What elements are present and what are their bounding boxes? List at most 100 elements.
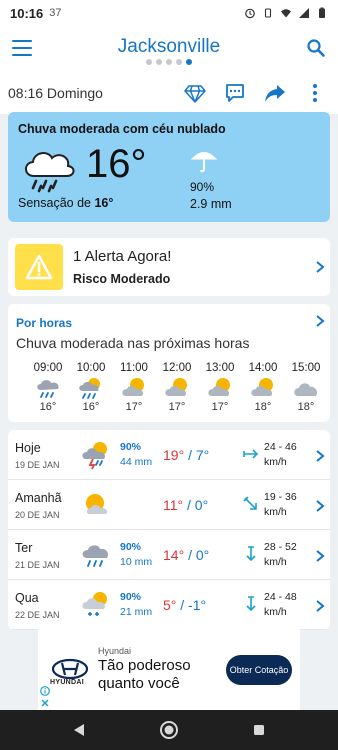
hour-time: 15:00 — [291, 362, 321, 374]
hour-time: 12:00 — [162, 362, 192, 374]
home-icon[interactable] — [159, 720, 179, 740]
city-title[interactable]: Jacksonville — [0, 36, 338, 58]
back-icon[interactable] — [72, 723, 86, 737]
ad-info-icon[interactable] — [40, 686, 50, 696]
recents-icon[interactable] — [253, 724, 265, 736]
wind-speed: 28 - 52 — [264, 541, 297, 553]
precip-probability: 90% — [120, 441, 142, 453]
page-dot — [166, 59, 172, 65]
hour-time: 14:00 — [248, 362, 278, 374]
wind-unit: km/h — [264, 556, 287, 568]
temp-max: 5° — [163, 597, 177, 613]
daily-row[interactable]: Amanhã 20 DE JAN 11° / 0° 19 - 36 km/h — [8, 480, 330, 530]
day-name: Qua — [15, 591, 39, 605]
precip-amount: 21 mm — [120, 606, 153, 618]
comment-icon[interactable] — [224, 82, 246, 104]
storm-sun-icon — [82, 442, 107, 470]
hour-time: 10:00 — [76, 362, 106, 374]
hour-temp: 17° — [125, 401, 143, 413]
umbrella-icon — [190, 152, 218, 173]
hour-item[interactable]: 11:00 17° — [114, 362, 154, 413]
temp-range: 11° / 0° — [163, 497, 208, 513]
precip-probability: 90% — [120, 591, 142, 603]
hour-temp: 17° — [168, 401, 186, 413]
day-name: Hoje — [15, 441, 41, 455]
wind-unit: km/h — [264, 456, 287, 468]
day-name: Ter — [15, 541, 33, 555]
temp-max: 19° — [163, 447, 185, 463]
feels-like-value: 16° — [94, 196, 114, 210]
chevron-right-icon[interactable] — [315, 450, 325, 462]
hour-temp: 17° — [211, 401, 229, 413]
hour-time: 11:00 — [120, 362, 148, 374]
temp-max: 14° — [163, 547, 185, 563]
chevron-right-icon[interactable] — [315, 500, 325, 512]
hour-item[interactable]: 14:00 18° — [243, 362, 283, 413]
daily-row[interactable]: Hoje 19 DE JAN 90% 44 mm 19° / 7° 24 - 4… — [8, 430, 330, 480]
hour-temp: 16° — [39, 401, 57, 413]
chevron-right-icon[interactable] — [315, 600, 325, 612]
daily-forecast-card: Hoje 19 DE JAN 90% 44 mm 19° / 7° 24 - 4… — [8, 430, 330, 630]
daily-row[interactable]: Ter 21 DE JAN 90% 10 mm 14° / 0° 28 - 52… — [8, 530, 330, 580]
page-dot — [146, 59, 152, 65]
cloud-rain-icon — [37, 380, 59, 398]
wind-arrow-south-icon — [246, 546, 256, 562]
chevron-right-icon[interactable] — [315, 550, 325, 562]
status-temp: 37 — [49, 7, 62, 19]
sun-cloud-icon — [122, 378, 144, 396]
ad-close-icon[interactable] — [40, 698, 50, 708]
system-nav-bar — [0, 710, 338, 750]
diamond-icon[interactable] — [184, 82, 206, 104]
hourly-heading[interactable]: Por horas — [16, 316, 72, 330]
more-vert-icon[interactable] — [304, 82, 326, 104]
local-date-time: 08:16 Domingo — [8, 85, 103, 101]
wind-arrow-southeast-icon — [243, 496, 257, 510]
app-header: Jacksonville — [0, 26, 338, 72]
sun-cloud-icon — [251, 378, 273, 396]
chevron-right-icon[interactable] — [315, 261, 325, 273]
warning-badge — [15, 244, 63, 290]
status-time: 10:16 — [10, 5, 44, 21]
precip-probability: 90% — [120, 541, 142, 553]
sun-cloud-rain-icon — [79, 378, 100, 399]
ad-cta-button[interactable]: Obter Cotação — [226, 655, 292, 685]
page-dot — [176, 59, 182, 65]
feels-like-label: Sensação de — [18, 196, 91, 210]
temp-min: / -1° — [180, 597, 207, 613]
day-date: 21 DE JAN — [15, 560, 60, 570]
precip-amount: 44 mm — [120, 456, 153, 468]
sun-cloud-icon — [86, 494, 108, 514]
hour-item[interactable]: 13:00 17° — [200, 362, 240, 413]
date-row: 08:16 Domingo — [0, 72, 338, 114]
wind-speed: 24 - 46 — [264, 441, 297, 453]
hour-item[interactable]: 09:00 16° — [28, 362, 68, 413]
action-icons — [184, 82, 330, 104]
chevron-right-icon[interactable] — [315, 315, 325, 327]
day-date: 19 DE JAN — [15, 460, 60, 470]
alert-level: Risco Moderado — [73, 272, 171, 286]
hyundai-logo-icon — [51, 658, 89, 680]
page-dot — [156, 59, 162, 65]
current-condition: Chuva moderada com céu nublado — [18, 122, 226, 136]
warning-icon — [25, 254, 53, 280]
ad-banner[interactable]: HYUNDAI Hyundai Tão poderoso quanto você… — [38, 628, 300, 710]
daily-row[interactable]: Qua 22 DE JAN 90% 21 mm 5° / -1° 24 - 48… — [8, 580, 330, 630]
wifi-icon — [281, 9, 291, 18]
wind-arrow-south-icon — [246, 596, 256, 612]
hourly-forecast-card[interactable]: Por horas Chuva moderada nas próximas ho… — [8, 304, 330, 422]
temp-range: 19° / 7° — [163, 447, 209, 463]
share-icon[interactable] — [264, 82, 286, 104]
temp-min: / 0° — [187, 497, 209, 513]
hour-item[interactable]: 15:00 18° — [286, 362, 326, 413]
hour-item[interactable]: 12:00 17° — [157, 362, 197, 413]
alert-title: 1 Alerta Agora! — [73, 248, 172, 265]
temp-range: 14° / 0° — [163, 547, 209, 563]
alert-card[interactable]: 1 Alerta Agora! Risco Moderado — [8, 238, 330, 296]
current-temperature: 16° — [86, 142, 147, 186]
search-icon[interactable] — [306, 38, 326, 58]
current-weather-card[interactable]: Chuva moderada com céu nublado 16° Sensa… — [8, 112, 330, 222]
hourly-strip[interactable]: 09:00 16° 10:00 16° 11:00 17° 12:00 17° … — [8, 362, 330, 422]
battery-icon — [319, 7, 325, 18]
hour-item[interactable]: 10:00 16° — [71, 362, 111, 413]
ad-headline: Tão poderoso quanto você — [98, 657, 191, 692]
